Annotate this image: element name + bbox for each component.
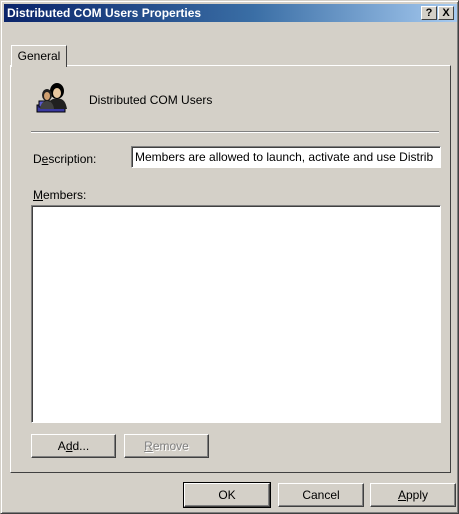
tab-general[interactable]: General [11, 45, 67, 67]
add-button[interactable]: Add... [31, 434, 116, 458]
title-bar[interactable]: Distributed COM Users Properties ? X [4, 4, 457, 22]
members-list[interactable] [31, 205, 441, 423]
ok-button[interactable]: OK [183, 482, 271, 508]
properties-dialog: Distributed COM Users Properties ? X Gen… [0, 0, 459, 514]
description-field[interactable]: Members are allowed to launch, activate … [131, 146, 441, 168]
tab-general-label: General [17, 49, 61, 63]
apply-button[interactable]: Apply [370, 483, 456, 507]
members-label: Members: [33, 188, 87, 202]
group-name: Distributed COM Users [89, 93, 213, 107]
user-group-icon [35, 81, 71, 115]
close-button[interactable]: X [438, 6, 454, 20]
remove-button[interactable]: Remove [124, 434, 209, 458]
description-label: Description: [33, 152, 97, 166]
cancel-button[interactable]: Cancel [278, 483, 364, 507]
window-title: Distributed COM Users Properties [7, 6, 202, 20]
help-button[interactable]: ? [421, 6, 437, 20]
separator [31, 131, 439, 133]
